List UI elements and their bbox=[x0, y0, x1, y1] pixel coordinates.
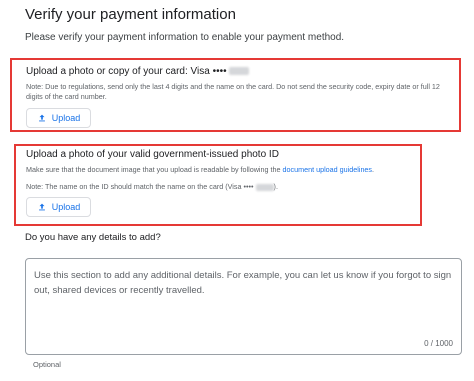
id-upload-button[interactable]: Upload bbox=[26, 197, 91, 217]
id-upload-note-suffix: . bbox=[372, 165, 375, 174]
id-name-match-note: Note: The name on the ID should match th… bbox=[26, 182, 278, 192]
details-label: Do you have any details to add? bbox=[25, 232, 161, 243]
page-subtitle: Please verify your payment information t… bbox=[25, 32, 345, 43]
optional-hint: Optional bbox=[33, 360, 61, 369]
id-upload-section: Upload a photo of your valid government-… bbox=[14, 144, 422, 226]
id-upload-button-label: Upload bbox=[51, 202, 81, 212]
details-textarea[interactable]: Use this section to add any additional d… bbox=[25, 258, 462, 355]
card-upload-note: Note: Due to regulations, send only the … bbox=[26, 82, 440, 101]
details-placeholder: Use this section to add any additional d… bbox=[34, 270, 452, 296]
redacted-digits bbox=[228, 67, 249, 76]
card-upload-section: Upload a photo or copy of your card: Vis… bbox=[10, 58, 461, 132]
upload-icon bbox=[38, 114, 45, 122]
id-name-note-prefix: Note: The name on the ID should match th… bbox=[26, 182, 254, 191]
redacted-digits bbox=[255, 183, 274, 191]
id-upload-heading: Upload a photo of your valid government-… bbox=[26, 149, 279, 160]
id-upload-guidelines-note: Make sure that the document image that y… bbox=[26, 165, 374, 175]
id-upload-note-prefix: Make sure that the document image that y… bbox=[26, 165, 283, 174]
upload-icon bbox=[38, 203, 45, 211]
card-upload-heading-text: Upload a photo or copy of your card: Vis… bbox=[26, 66, 227, 77]
page-title: Verify your payment information bbox=[25, 6, 236, 23]
character-counter: 0 / 1000 bbox=[424, 339, 453, 348]
card-upload-heading: Upload a photo or copy of your card: Vis… bbox=[26, 66, 249, 77]
document-upload-guidelines-link[interactable]: document upload guidelines bbox=[283, 165, 373, 174]
card-upload-button[interactable]: Upload bbox=[26, 108, 91, 128]
id-name-note-suffix: ). bbox=[273, 182, 278, 191]
card-upload-button-label: Upload bbox=[51, 113, 81, 123]
